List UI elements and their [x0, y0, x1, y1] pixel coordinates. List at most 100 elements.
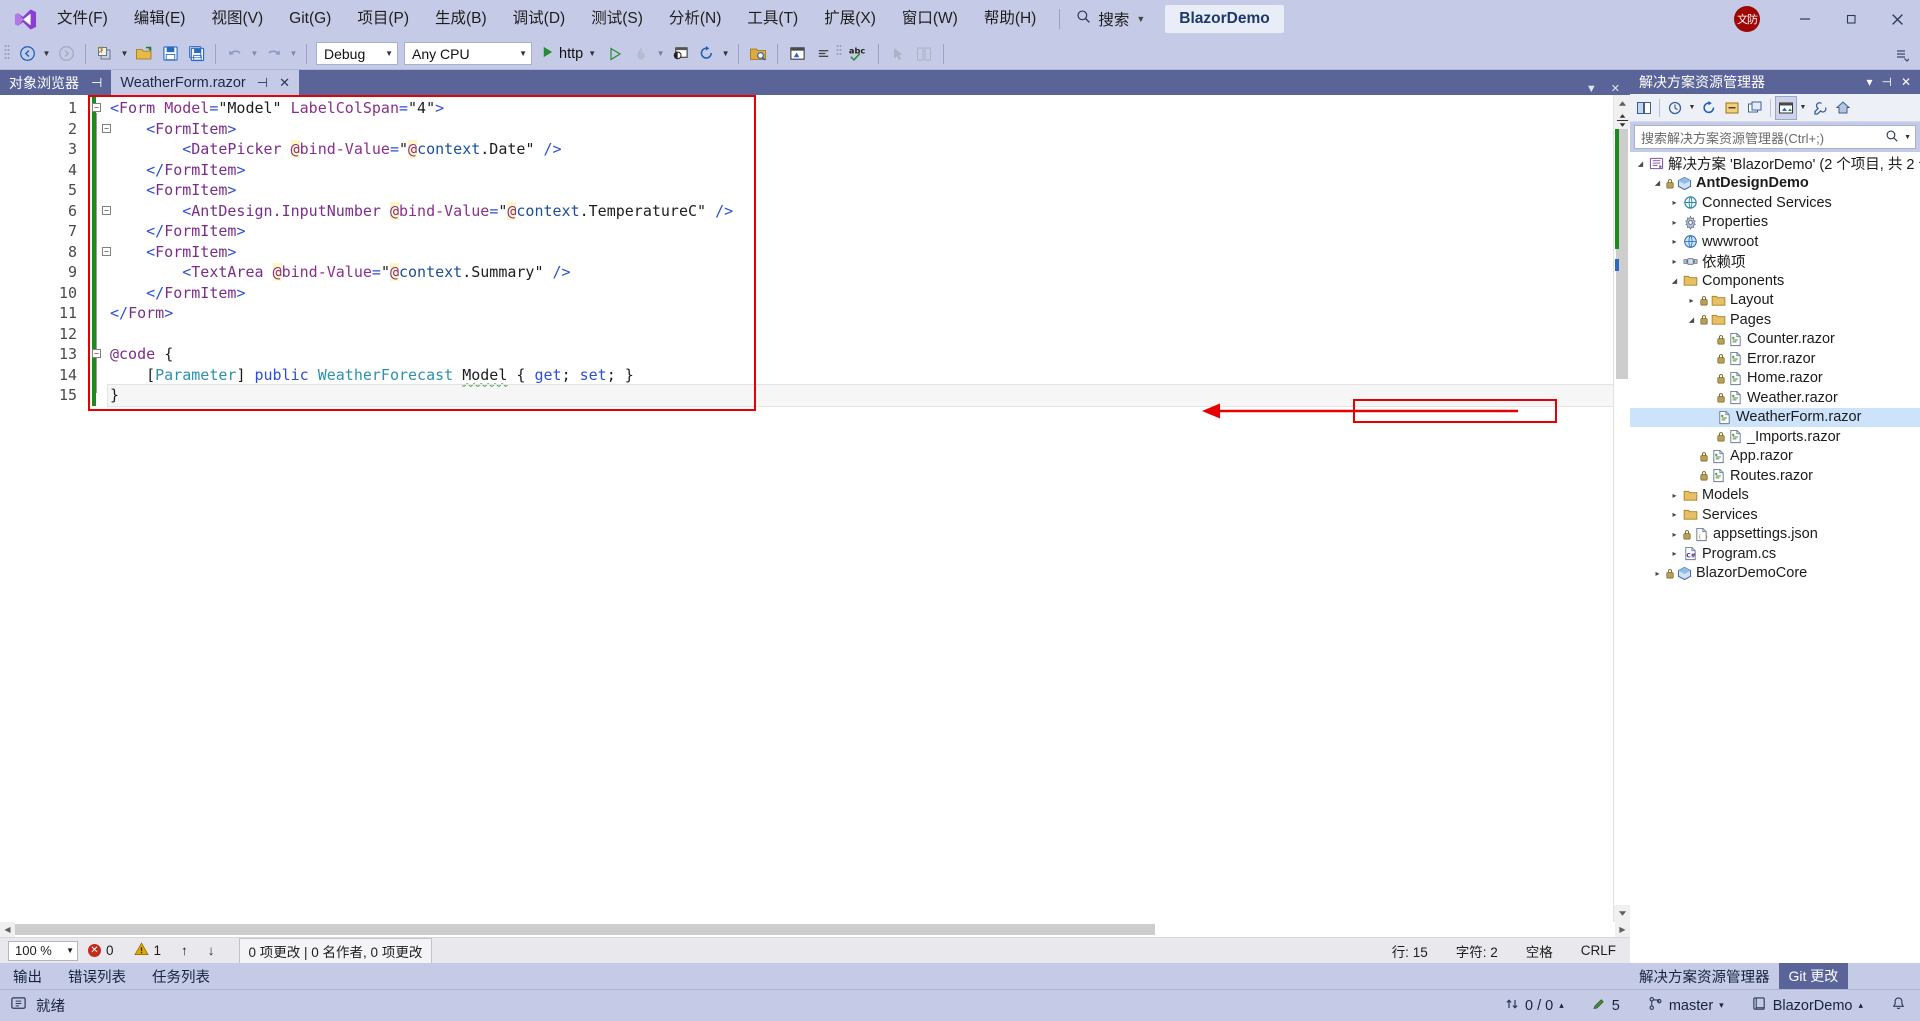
- editor-vertical-scrollbar[interactable]: [1613, 95, 1630, 922]
- code-line[interactable]: </FormItem>: [108, 221, 1613, 242]
- spell-check-icon[interactable]: abc: [846, 41, 872, 67]
- tree-item-connected-services[interactable]: ▸ Connected Services: [1630, 193, 1920, 213]
- filter-caret-icon[interactable]: ▼: [1687, 96, 1697, 120]
- hscroll-track[interactable]: [15, 922, 1615, 937]
- refresh-icon[interactable]: [693, 41, 719, 67]
- properties-caret-icon[interactable]: ▼: [1798, 96, 1808, 120]
- tree-item-properties[interactable]: ▸ Properties: [1630, 213, 1920, 233]
- fold-toggle[interactable]: −: [92, 103, 101, 112]
- global-search[interactable]: 搜索 ▼: [1070, 0, 1151, 38]
- pending-changes-filter-icon[interactable]: [1664, 96, 1686, 120]
- menu-analyze[interactable]: 分析(N): [656, 0, 735, 38]
- menu-build[interactable]: 生成(B): [422, 0, 500, 38]
- error-count[interactable]: ✕ 0: [78, 943, 124, 958]
- code-line[interactable]: <Form Model="Model" LabelColSpan="4">: [108, 98, 1613, 119]
- new-project-icon[interactable]: [92, 41, 118, 67]
- switch-views-icon[interactable]: [1633, 96, 1655, 120]
- menu-test[interactable]: 测试(S): [578, 0, 656, 38]
- save-icon[interactable]: [157, 41, 183, 67]
- code-line[interactable]: <DatePicker @bind-Value="@context.Date" …: [108, 139, 1613, 160]
- editor-horizontal-scrollbar[interactable]: ◀ ▶: [0, 922, 1630, 937]
- close-icon[interactable]: ✕: [279, 75, 290, 91]
- line-ending[interactable]: CRLF: [1567, 943, 1630, 958]
- tab-task-list[interactable]: 任务列表: [139, 966, 223, 987]
- menu-project[interactable]: 项目(P): [344, 0, 422, 38]
- tree-item-wwwroot[interactable]: ▸ wwwroot: [1630, 232, 1920, 252]
- refresh-caret-icon[interactable]: ▼: [719, 41, 732, 67]
- menu-window[interactable]: 窗口(W): [889, 0, 971, 38]
- navigate-back-icon[interactable]: [14, 41, 40, 67]
- chevron-collapsed-icon[interactable]: ▸: [1668, 491, 1681, 500]
- fold-toggle[interactable]: −: [92, 349, 101, 358]
- start-without-debugging-icon[interactable]: [602, 41, 628, 67]
- tree-item-antdesigndemo[interactable]: ◢ AntDesignDemo: [1630, 174, 1920, 194]
- menu-file[interactable]: 文件(F): [44, 0, 121, 38]
- chevron-collapsed-icon[interactable]: ▸: [1668, 510, 1681, 519]
- source-control-changes[interactable]: 0 / 0 ▴: [1491, 997, 1578, 1015]
- toolbox-icon[interactable]: [810, 41, 836, 67]
- tree-item-pages[interactable]: ◢ Pages: [1630, 310, 1920, 330]
- tab-output[interactable]: 输出: [0, 966, 55, 987]
- tab-list-caret-icon[interactable]: ▼: [1586, 83, 1597, 95]
- code-line-current[interactable]: }: [107, 384, 1613, 407]
- home-icon[interactable]: [1832, 96, 1854, 120]
- tree-item-app-razor[interactable]: App.razor: [1630, 447, 1920, 467]
- tab-error-list[interactable]: 错误列表: [55, 966, 139, 987]
- pin-icon[interactable]: ⊣: [91, 75, 102, 91]
- pin-icon[interactable]: ⊣: [1881, 75, 1891, 89]
- maximize-button[interactable]: [1828, 0, 1874, 38]
- chevron-collapsed-icon[interactable]: ▸: [1651, 569, 1664, 578]
- git-branch[interactable]: master ▾: [1634, 996, 1738, 1015]
- collapse-all-icon[interactable]: [1721, 96, 1743, 120]
- previous-issue-button[interactable]: ↑: [171, 943, 198, 958]
- tree-item-routes-razor[interactable]: Routes.razor: [1630, 466, 1920, 486]
- chevron-expanded-icon[interactable]: ◢: [1651, 179, 1664, 187]
- chevron-expanded-icon[interactable]: ◢: [1634, 160, 1647, 168]
- close-icon[interactable]: ✕: [1901, 75, 1911, 89]
- toolbar-overflow[interactable]: [1888, 41, 1920, 67]
- solution-name-chip[interactable]: BlazorDemo: [1165, 5, 1284, 33]
- menu-tools[interactable]: 工具(T): [734, 0, 811, 38]
- chevron-expanded-icon[interactable]: ◢: [1668, 277, 1681, 285]
- tree-item-layout[interactable]: ▸ Layout: [1630, 291, 1920, 311]
- scroll-right-icon[interactable]: ▶: [1615, 925, 1630, 934]
- code-line[interactable]: <TextArea @bind-Value="@context.Summary"…: [108, 262, 1613, 283]
- close-button[interactable]: [1874, 0, 1920, 38]
- code-line[interactable]: </FormItem>: [108, 283, 1613, 304]
- menu-git[interactable]: Git(G): [276, 0, 344, 38]
- pending-changes[interactable]: 5: [1578, 997, 1634, 1015]
- tree-item-blazordemo-2-2[interactable]: ◢ 解决方案 'BlazorDemo' (2 个项目, 共 2 个): [1630, 154, 1920, 174]
- codelens-changes[interactable]: 0 项更改 | 0 名作者, 0 项更改: [238, 937, 433, 964]
- warning-count[interactable]: 1: [124, 942, 172, 959]
- properties-window-icon[interactable]: [784, 41, 810, 67]
- scroll-down-icon[interactable]: [1614, 905, 1630, 922]
- chevron-expanded-icon[interactable]: ◢: [1685, 316, 1698, 324]
- chevron-collapsed-icon[interactable]: ▸: [1668, 218, 1681, 227]
- next-issue-button[interactable]: ↓: [198, 943, 225, 958]
- panel-menu-caret-icon[interactable]: ▾: [1866, 75, 1872, 89]
- show-all-files-icon[interactable]: [1744, 96, 1766, 120]
- toolbar-grip-icon[interactable]: [4, 44, 14, 64]
- navigate-back-caret-icon[interactable]: ▼: [40, 41, 53, 67]
- tree-item-program-cs[interactable]: ▸ C# Program.cs: [1630, 544, 1920, 564]
- build-configuration-dropdown[interactable]: Debug ▼: [316, 42, 398, 65]
- fold-toggle[interactable]: −: [102, 124, 111, 133]
- notifications[interactable]: [1877, 996, 1920, 1015]
- search-options-caret-icon[interactable]: ▼: [1899, 134, 1911, 141]
- new-project-caret-icon[interactable]: ▼: [118, 41, 131, 67]
- code-line[interactable]: [Parameter] public WeatherForecast Model…: [108, 365, 1613, 386]
- code-line[interactable]: </FormItem>: [108, 160, 1613, 181]
- footer-tab-solution-explorer[interactable]: 解决方案资源管理器: [1630, 966, 1779, 987]
- tab-weatherform-razor[interactable]: WeatherForm.razor ⊣ ✕: [111, 70, 299, 95]
- repository[interactable]: BlazorDemo ▴: [1738, 996, 1877, 1015]
- chevron-collapsed-icon[interactable]: ▸: [1668, 198, 1681, 207]
- tree-item-appsettings-json[interactable]: ▸ { } appsettings.json: [1630, 525, 1920, 545]
- tree-item-blazordemocore[interactable]: ▸ BlazorDemoCore: [1630, 564, 1920, 584]
- solution-tree[interactable]: ◢ 解决方案 'BlazorDemo' (2 个项目, 共 2 个) ◢ AntDes…: [1630, 152, 1920, 963]
- toolbar-grip-2-icon[interactable]: [836, 44, 846, 64]
- tab-object-browser[interactable]: 对象浏览器 ⊣: [0, 70, 112, 95]
- tree-item-[interactable]: ▸ 依赖项: [1630, 252, 1920, 272]
- chevron-down-icon[interactable]: ▼: [1136, 14, 1145, 24]
- chevron-collapsed-icon[interactable]: ▸: [1685, 296, 1698, 305]
- code-line[interactable]: [108, 324, 1613, 345]
